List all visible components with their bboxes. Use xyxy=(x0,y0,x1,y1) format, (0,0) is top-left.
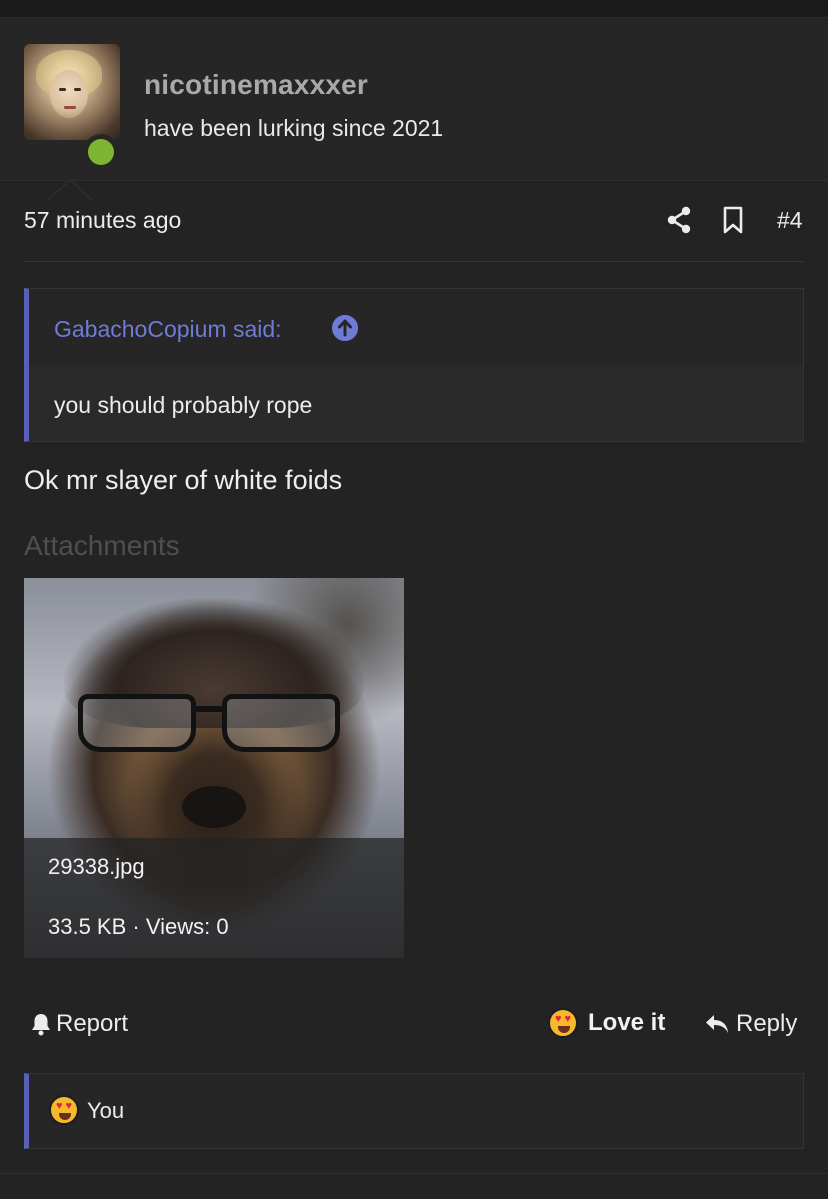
reactions-list-link[interactable]: You xyxy=(87,1098,124,1124)
post-message: Ok mr slayer of white foids xyxy=(24,465,343,495)
user-avatar[interactable] xyxy=(24,44,120,140)
reply-button[interactable]: Reply xyxy=(704,1010,797,1038)
post-timestamp[interactable]: 57 minutes ago xyxy=(24,207,181,234)
user-title: have been lurking since 2021 xyxy=(144,115,444,141)
attachment-info-overlay: 29338.jpg 33.5 KB · Views: 0 xyxy=(24,838,404,958)
divider xyxy=(0,1173,828,1174)
quote-content: you should probably rope xyxy=(29,365,803,441)
report-label: Report xyxy=(56,1010,129,1037)
heart-eyes-emoji-icon xyxy=(548,1008,578,1038)
glasses-graphic xyxy=(78,694,340,756)
report-button[interactable]: Report xyxy=(30,1010,128,1038)
heart-eyes-emoji-icon xyxy=(49,1095,79,1125)
online-status-indicator xyxy=(83,134,119,170)
quote-header: GabachoCopium said: xyxy=(29,289,803,365)
share-icon[interactable] xyxy=(666,206,692,234)
username-link[interactable]: nicotinemaxxxer xyxy=(144,69,368,101)
love-it-reaction-button[interactable]: Love it xyxy=(548,1008,665,1038)
bookmark-icon[interactable] xyxy=(722,206,744,234)
reply-arrow-icon xyxy=(706,1015,728,1033)
quote-text: you should probably rope xyxy=(54,392,313,418)
post-user-header: nicotinemaxxxer have been lurking since … xyxy=(0,19,828,201)
attachments-heading: Attachments xyxy=(24,530,180,561)
top-bar xyxy=(0,0,828,18)
attachment-thumbnail[interactable]: 29338.jpg 33.5 KB · Views: 0 xyxy=(24,578,404,958)
bell-icon xyxy=(32,1014,50,1036)
header-caret xyxy=(48,181,92,201)
attachment-meta: 33.5 KB · Views: 0 xyxy=(48,914,229,939)
quote-author-link[interactable]: GabachoCopium said: xyxy=(54,316,282,343)
reply-label: Reply xyxy=(736,1010,798,1037)
love-label: Love it xyxy=(588,1009,666,1036)
arrow-up-circle-icon[interactable] xyxy=(332,315,358,341)
reactions-bar[interactable]: You xyxy=(24,1073,804,1149)
attachment-filename: 29338.jpg xyxy=(48,854,145,879)
divider xyxy=(24,261,804,262)
post-number-link[interactable]: #4 xyxy=(777,207,803,234)
quote-block: GabachoCopium said: you should probably … xyxy=(24,288,804,442)
